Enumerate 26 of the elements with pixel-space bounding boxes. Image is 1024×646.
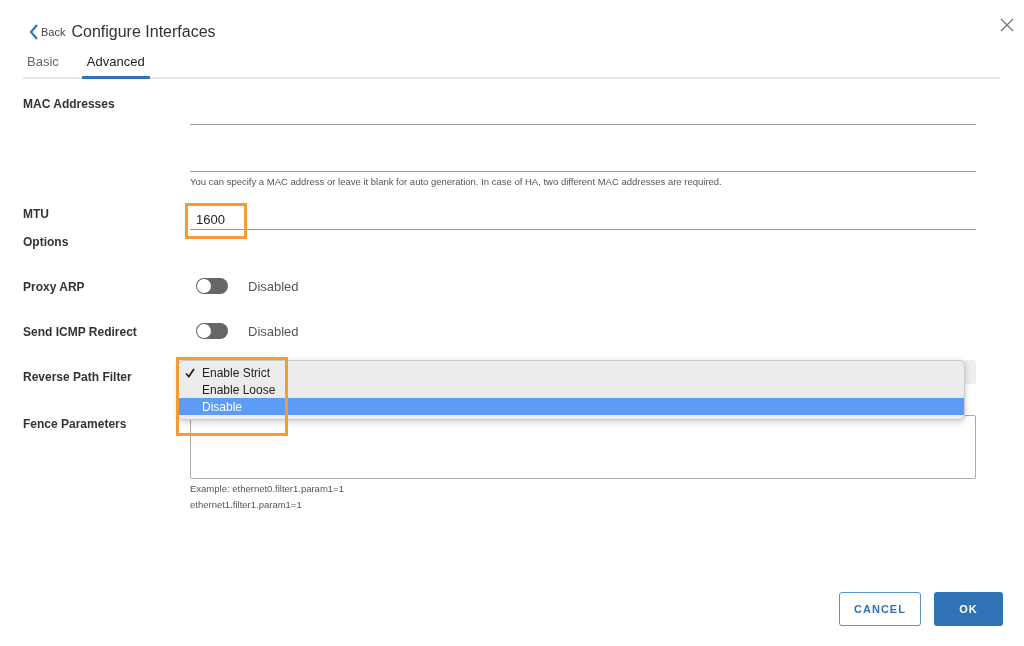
menu-option[interactable]: Enable Loose [179,381,964,398]
field-label: Reverse Path Filter [23,370,133,386]
help-text: You can specify a MAC address or leave it blank for auto generation. In case of HA, two different MAC addresses are required. [190,176,723,187]
field-label: Fence Parameters [23,417,128,433]
toggle-state-text: Disabled [248,323,299,339]
menu-option[interactable]: Enable Strict [179,364,964,381]
checkmark-icon [185,367,195,378]
field-label: MAC Addresses [23,97,116,113]
cancel-button[interactable]: CANCEL [839,592,921,626]
tab[interactable]: Advanced [81,51,150,79]
close-icon[interactable] [1000,18,1014,32]
section-heading: Options [23,235,70,249]
back-link[interactable]: Back [23,24,66,40]
input-field[interactable]: 1600 [190,209,976,230]
field-label: Proxy ARP [23,280,86,294]
ok-button[interactable]: OK [934,592,1003,626]
toggle-switch[interactable] [196,323,228,339]
chevron-left-icon [29,24,39,40]
dialog-title: Configure Interfaces [71,23,216,41]
toggle-switch[interactable] [196,278,228,294]
help-text: ethernet1.filter1.param1=1 [190,499,303,510]
tab[interactable]: Basic [23,51,63,79]
field-label: MTU [23,207,50,223]
toggle-state-text: Disabled [248,278,299,294]
help-text: Example: ethernet0.filter1.param1=1 [190,483,345,494]
field-label: Send ICMP Redirect [23,325,138,339]
